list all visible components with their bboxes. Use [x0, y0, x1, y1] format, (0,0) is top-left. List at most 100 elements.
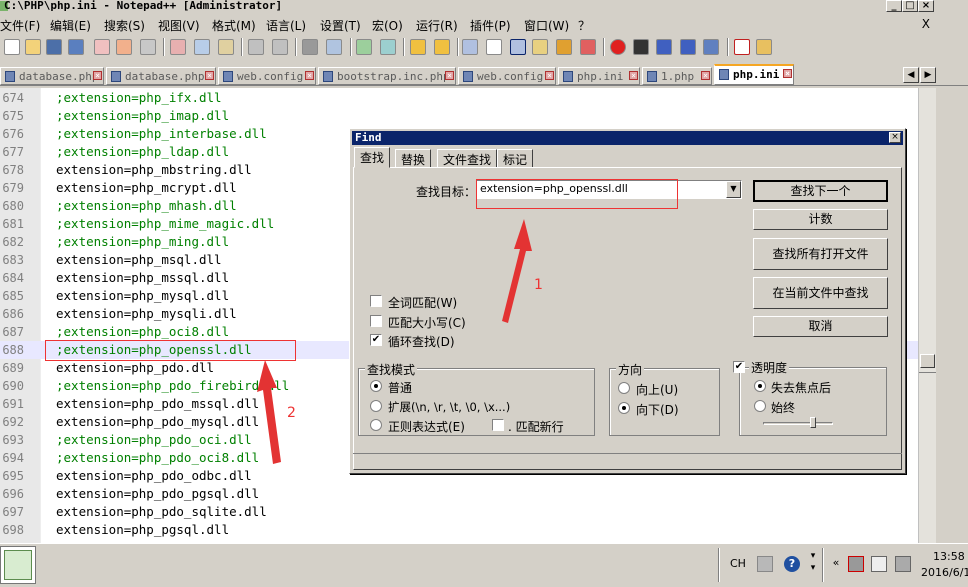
tab-mark[interactable]: 标记: [497, 149, 534, 168]
record-macro-icon[interactable]: [610, 39, 626, 55]
direction-down-radio[interactable]: [618, 402, 630, 414]
close-button[interactable]: ×: [918, 0, 934, 12]
zoom-in-icon[interactable]: [356, 39, 372, 55]
match-case-checkbox[interactable]: [370, 315, 382, 327]
replace-icon[interactable]: [326, 39, 342, 55]
code-line[interactable]: 675 ;extension=php_imap.dll: [0, 107, 918, 125]
editor-vertical-scrollbar[interactable]: [918, 88, 937, 543]
menu-help[interactable]: ？: [578, 17, 590, 34]
menu-settings[interactable]: 设置(T): [320, 17, 361, 34]
minimize-button[interactable]: _: [886, 0, 902, 12]
menu-language[interactable]: 语言(L): [266, 17, 306, 34]
close-all-icon[interactable]: [116, 39, 132, 55]
code-line[interactable]: 696 extension=php_pdo_pgsql.dll: [0, 485, 918, 503]
tab-close-icon[interactable]: ×: [205, 71, 214, 80]
tab-replace[interactable]: 替换: [395, 149, 432, 168]
tab-close-icon[interactable]: ×: [783, 69, 792, 78]
transparency-slider-thumb[interactable]: [810, 417, 816, 428]
indent-guide-icon[interactable]: [510, 39, 526, 55]
tab-web-config-1[interactable]: web.config ×: [218, 67, 316, 85]
play-macro-icon[interactable]: [656, 39, 672, 55]
dot-newline-checkbox[interactable]: [492, 419, 504, 431]
open-file-icon[interactable]: [25, 39, 41, 55]
clock-date[interactable]: 2016/6/1: [921, 566, 968, 579]
menu-search[interactable]: 搜索(S): [104, 17, 145, 34]
help-icon[interactable]: ?: [784, 556, 800, 572]
spell-check-icon[interactable]: [734, 39, 750, 55]
mode-normal-radio[interactable]: [370, 380, 382, 392]
clock-time[interactable]: 13:58: [933, 550, 965, 563]
menu-plugins[interactable]: 插件(P): [470, 17, 511, 34]
tab-scroll-left-icon[interactable]: ◀: [903, 67, 919, 83]
input-language-indicator[interactable]: CH: [730, 557, 746, 570]
volume-icon[interactable]: [895, 556, 911, 572]
menu-view[interactable]: 视图(V): [158, 17, 200, 34]
new-file-icon[interactable]: [4, 39, 20, 55]
count-button[interactable]: 计数: [753, 209, 888, 230]
code-line[interactable]: 697 extension=php_pdo_sqlite.dll: [0, 503, 918, 521]
undo-icon[interactable]: [248, 39, 264, 55]
tab-close-icon[interactable]: ×: [629, 71, 638, 80]
tab-database-php-2[interactable]: database.php ×: [106, 67, 216, 85]
tab-web-config-2[interactable]: web.config ×: [458, 67, 556, 85]
scrollbar-thumb[interactable]: [920, 354, 935, 368]
transparency-always-radio[interactable]: [754, 400, 766, 412]
show-all-chars-icon[interactable]: [486, 39, 502, 55]
menu-window[interactable]: 窗口(W): [524, 17, 569, 34]
menu-macro[interactable]: 宏(O): [372, 17, 403, 34]
tab-bootstrap-inc-php[interactable]: bootstrap.inc.php ×: [318, 67, 456, 85]
action-center-flag-icon[interactable]: [871, 556, 887, 572]
maximize-button[interactable]: □: [902, 0, 918, 12]
transparency-checkbox[interactable]: ✔: [733, 361, 745, 373]
tab-close-icon[interactable]: ×: [445, 71, 454, 80]
show-hidden-icons[interactable]: «: [828, 556, 844, 572]
keyboard-icon[interactable]: [757, 556, 773, 572]
copy-icon[interactable]: [194, 39, 210, 55]
menu-format[interactable]: 格式(M): [212, 17, 256, 34]
redo-icon[interactable]: [272, 39, 288, 55]
close-file-icon[interactable]: [94, 39, 110, 55]
find-icon[interactable]: [302, 39, 318, 55]
menu-file[interactable]: 文件(F): [0, 17, 40, 34]
mode-regex-radio[interactable]: [370, 419, 382, 431]
tab-database-php-1[interactable]: database.php ×: [0, 67, 104, 85]
save-icon[interactable]: [46, 39, 62, 55]
tab-close-icon[interactable]: ×: [701, 71, 710, 80]
menu-edit[interactable]: 编辑(E): [50, 17, 91, 34]
menu-run[interactable]: 运行(R): [416, 17, 458, 34]
sync-horizontal-icon[interactable]: [434, 39, 450, 55]
transparency-slider[interactable]: [763, 422, 833, 425]
chevron-down-icon[interactable]: ▼: [726, 181, 741, 198]
tab-1-php[interactable]: 1.php ×: [642, 67, 712, 85]
close-document-x[interactable]: X: [922, 17, 930, 31]
save-all-icon[interactable]: [68, 39, 84, 55]
find-dialog-close-button[interactable]: ×: [889, 132, 901, 143]
print-icon[interactable]: [140, 39, 156, 55]
find-in-current-button[interactable]: 在当前文件中查找: [753, 277, 888, 309]
stop-macro-icon[interactable]: [633, 39, 649, 55]
spell-options-icon[interactable]: [756, 39, 772, 55]
tab-close-icon[interactable]: ×: [545, 71, 554, 80]
tab-php-ini-active[interactable]: php.ini ×: [714, 64, 794, 85]
wrap-around-checkbox[interactable]: ✔: [370, 334, 382, 346]
whole-word-checkbox[interactable]: [370, 295, 382, 307]
cut-icon[interactable]: [170, 39, 186, 55]
tray-options-icon[interactable]: ▾ ▾: [808, 550, 818, 576]
paste-icon[interactable]: [218, 39, 234, 55]
code-line[interactable]: 698 extension=php_pgsql.dll: [0, 521, 918, 539]
mode-extended-radio[interactable]: [370, 400, 382, 412]
find-all-open-button[interactable]: 查找所有打开文件: [753, 238, 888, 270]
tab-php-ini-1[interactable]: php.ini ×: [558, 67, 640, 85]
word-wrap-icon[interactable]: [462, 39, 478, 55]
tab-scroll-right-icon[interactable]: ▶: [920, 67, 936, 83]
run-macro-multiple-icon[interactable]: [680, 39, 696, 55]
direction-up-radio[interactable]: [618, 382, 630, 394]
cancel-button[interactable]: 取消: [753, 316, 888, 337]
find-next-button[interactable]: 查找下一个: [753, 180, 888, 202]
tab-close-icon[interactable]: ×: [305, 71, 314, 80]
tab-close-icon[interactable]: ×: [93, 71, 102, 80]
code-line[interactable]: 674 ;extension=php_ifx.dll: [0, 89, 918, 107]
zoom-out-icon[interactable]: [380, 39, 396, 55]
user-lang-icon[interactable]: [532, 39, 548, 55]
tab-find[interactable]: 查找: [354, 147, 391, 168]
